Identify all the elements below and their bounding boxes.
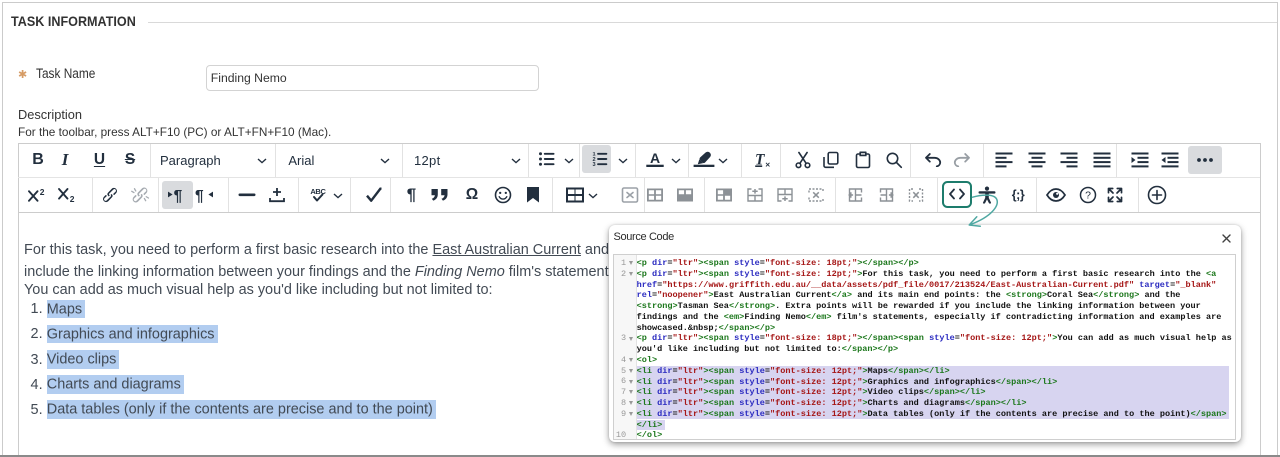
svg-text:A: A — [650, 151, 660, 166]
svg-text:?: ? — [1085, 189, 1091, 201]
svg-text:2: 2 — [69, 194, 74, 203]
svg-text:3: 3 — [592, 162, 595, 166]
svg-text:2: 2 — [40, 188, 45, 197]
svg-text:¶: ¶ — [174, 188, 183, 203]
svg-text:¶: ¶ — [195, 188, 204, 203]
svg-text:✕: ✕ — [765, 162, 771, 168]
svg-text:ABC: ABC — [310, 187, 326, 196]
